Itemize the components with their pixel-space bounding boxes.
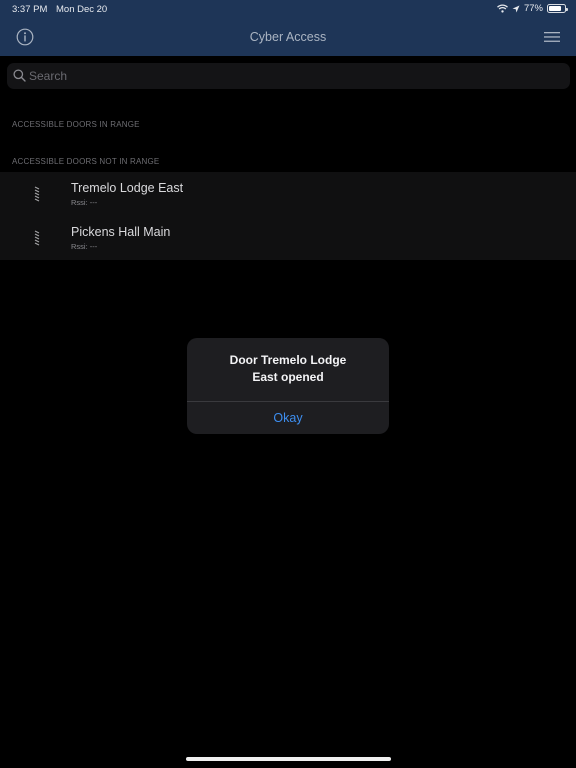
status-date: Mon Dec 20: [56, 4, 108, 15]
door-list: Tremelo Lodge East Rssi: --- Pickens Hal…: [0, 172, 576, 260]
status-right-group: 77%: [497, 3, 568, 14]
door-rssi: Rssi: ---: [71, 242, 98, 251]
wifi-icon: [497, 4, 508, 13]
status-time: 3:37 PM: [12, 4, 48, 15]
door-icon: [34, 185, 40, 203]
search-input[interactable]: [29, 66, 559, 86]
door-icon: [34, 229, 40, 247]
search-bar[interactable]: [7, 63, 570, 89]
battery-nub: [566, 7, 568, 11]
alert-message: Door Tremelo Lodge East opened: [201, 352, 375, 385]
section-header-not-in-range: ACCESSIBLE DOORS NOT IN RANGE: [12, 157, 160, 166]
door-opened-alert: Door Tremelo Lodge East opened Okay: [187, 338, 389, 434]
section-header-in-range: ACCESSIBLE DOORS IN RANGE: [12, 120, 140, 129]
alert-message-line-2: East opened: [252, 369, 324, 384]
page-title: Cyber Access: [249, 30, 327, 44]
home-indicator[interactable]: [186, 757, 391, 761]
location-arrow-icon: [512, 5, 520, 12]
okay-button[interactable]: Okay: [187, 402, 389, 434]
door-list-item[interactable]: Pickens Hall Main Rssi: ---: [0, 216, 576, 260]
door-name: Tremelo Lodge East: [71, 181, 184, 195]
top-bar: 3:37 PM Mon Dec 20 77% Cyber Access: [0, 0, 576, 56]
door-list-item[interactable]: Tremelo Lodge East Rssi: ---: [0, 172, 576, 216]
alert-message-line-1: Door Tremelo Lodge: [229, 353, 347, 367]
battery-icon: [547, 4, 568, 13]
door-rssi: Rssi: ---: [71, 198, 98, 207]
navigation-bar: Cyber Access: [0, 18, 576, 56]
battery-percentage: 77%: [523, 3, 543, 14]
battery-fill: [549, 6, 561, 11]
menu-icon[interactable]: [544, 31, 560, 43]
status-bar: 3:37 PM Mon Dec 20 77%: [0, 0, 576, 18]
search-icon: [13, 69, 26, 82]
door-name: Pickens Hall Main: [71, 225, 171, 239]
